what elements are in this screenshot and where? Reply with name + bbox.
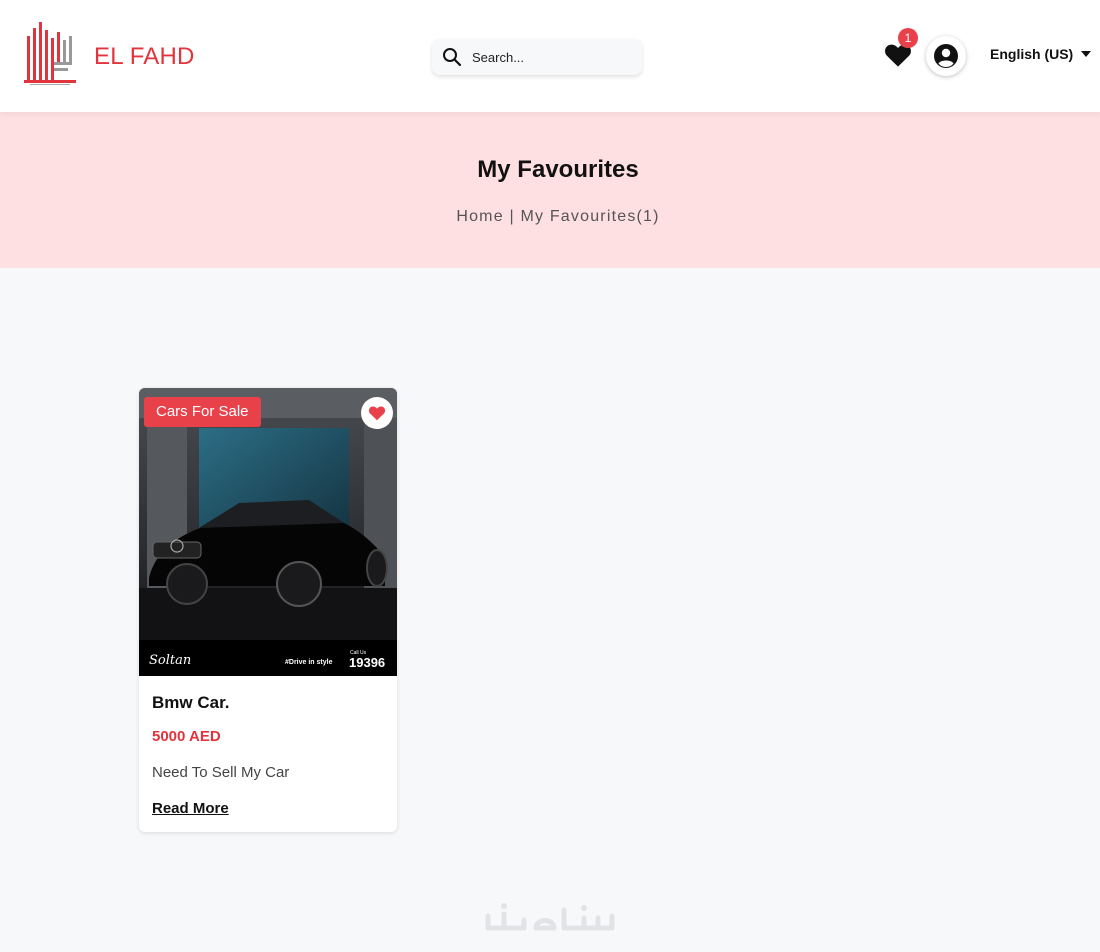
image-phone: 19396 [349, 655, 385, 670]
image-brand-text: Soltan [149, 653, 191, 668]
site-header: EL FAHD 1 English (US) [0, 0, 1100, 112]
listing-description: Need To Sell My Car [152, 764, 290, 781]
breadcrumb-current: My Favourites(1) [520, 208, 660, 225]
breadcrumb-home-link[interactable]: Home [456, 208, 503, 225]
brand-name[interactable]: EL FAHD [94, 43, 195, 71]
language-selector[interactable]: English (US) [990, 46, 1092, 62]
remove-favourite-button[interactable] [361, 397, 393, 429]
read-more-link[interactable]: Read More [152, 800, 229, 817]
favorites-count-badge: 1 [898, 28, 918, 48]
page-hero: My Favourites Home | My Favourites(1) [0, 112, 1100, 268]
listing-title[interactable]: Bmw Car. [152, 693, 229, 713]
caret-down-icon [1081, 51, 1092, 57]
page-title: My Favourites [477, 156, 639, 183]
language-label: English (US) [990, 46, 1074, 62]
brand-logo[interactable] [24, 18, 76, 86]
breadcrumb-separator: | [503, 208, 521, 225]
category-badge[interactable]: Cars For Sale [144, 397, 261, 427]
account-icon[interactable] [933, 43, 959, 69]
account-button[interactable] [926, 36, 966, 76]
image-slogan: #Drive in style [285, 659, 333, 666]
search-input[interactable] [472, 49, 622, 65]
search-icon[interactable] [442, 47, 462, 67]
heart-icon[interactable] [368, 405, 386, 421]
watermark-logo [484, 898, 618, 938]
breadcrumb: Home | My Favourites(1) [0, 208, 1100, 226]
listing-image[interactable]: Soltan #Drive in style Call Us 19396 [139, 388, 397, 676]
favourite-card[interactable]: Soltan #Drive in style Call Us 19396 Car… [139, 388, 397, 832]
search-bar[interactable] [432, 39, 642, 75]
listing-price: 5000 AED [152, 728, 221, 745]
